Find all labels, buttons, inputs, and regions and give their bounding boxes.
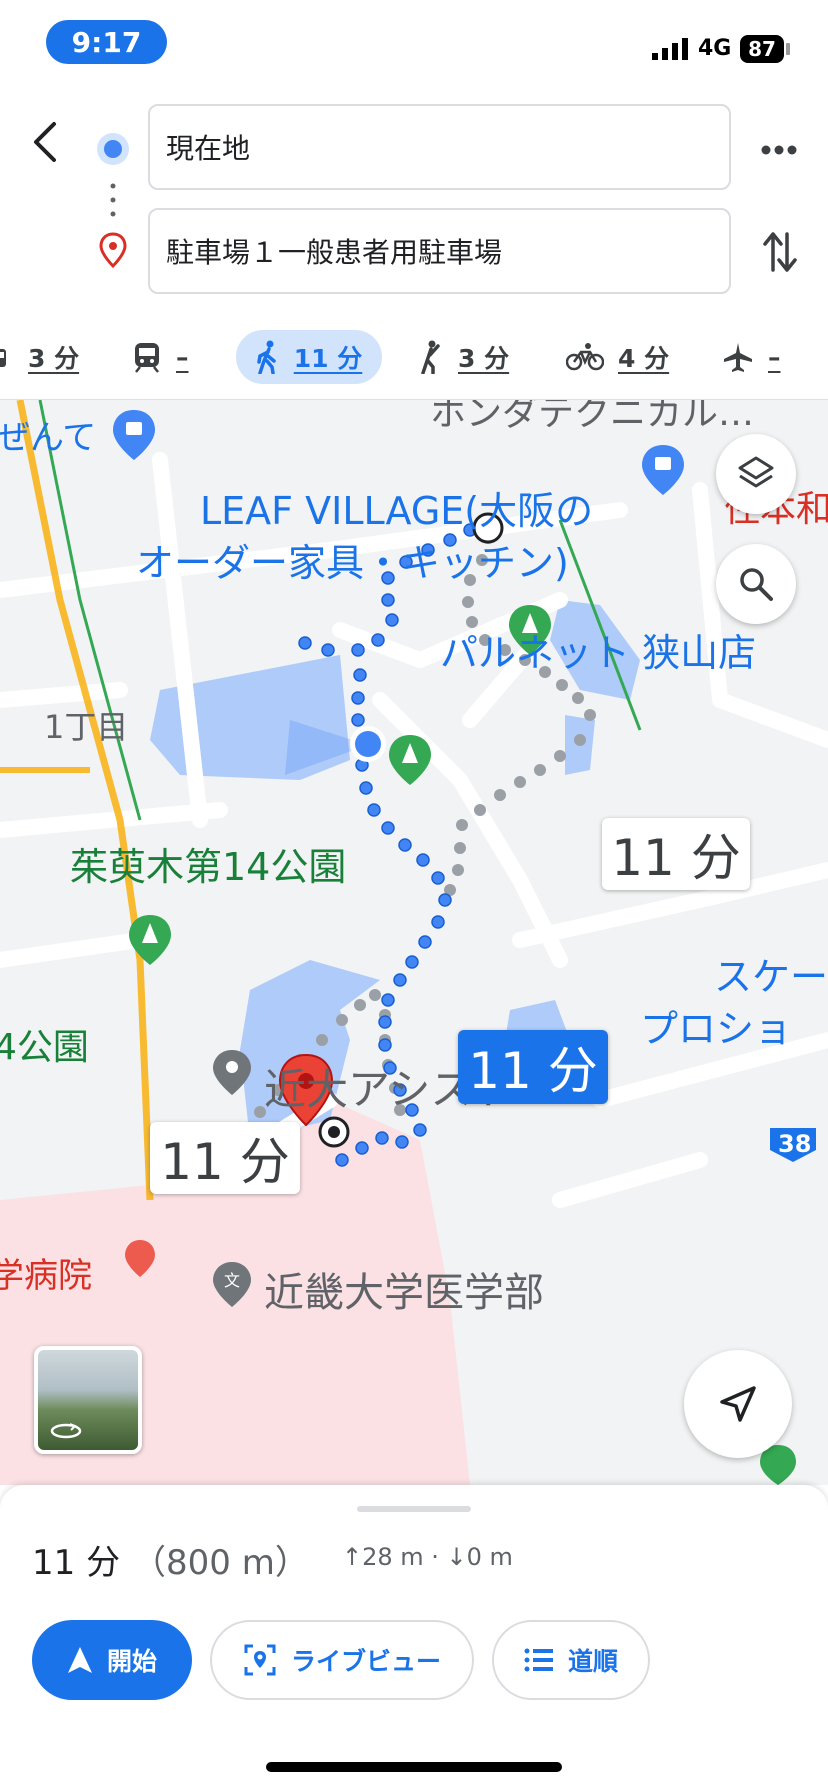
train-icon xyxy=(135,343,159,373)
map-label-shop: ぜんて xyxy=(0,418,97,458)
route-summary-sheet: 11 分 （800 m） ↑28 m · ↓0 m 開始 ライブビュー 道順 xyxy=(0,1485,828,1792)
start-button[interactable]: 開始 xyxy=(32,1620,192,1700)
svg-text:文: 文 xyxy=(224,1271,240,1290)
status-bar: 9:17 4G 87 xyxy=(0,0,828,90)
status-time: 9:17 xyxy=(46,20,167,64)
map-label-parunet[interactable]: パルネット 狭山店 xyxy=(440,622,756,677)
mode-transit-time: – xyxy=(176,342,189,372)
map-label-chome: 1丁目 xyxy=(44,708,129,746)
recenter-button[interactable] xyxy=(684,1350,792,1458)
network-type: 4G xyxy=(698,36,732,61)
route-number: 38 xyxy=(778,1130,812,1158)
map-label-honda: ホンダテクニカル… xyxy=(430,400,755,434)
destination-field[interactable]: 駐車場１一般患者用駐車場 xyxy=(148,208,731,294)
layers-icon xyxy=(738,456,774,488)
steps-button[interactable]: 道順 xyxy=(492,1620,650,1700)
map-view[interactable]: 文 ぜんて ホンダテクニカル… LEAF VILLAGE(大阪の オーダー家具・… xyxy=(0,400,828,1485)
mode-bike-time: 4 分 xyxy=(618,344,670,373)
home-indicator[interactable] xyxy=(266,1762,562,1772)
map-label-kindai-med[interactable]: 近畿大学医学部 xyxy=(264,1260,544,1318)
sheet-drag-handle[interactable] xyxy=(357,1506,471,1512)
list-icon xyxy=(524,1648,553,1672)
origin-dot-icon xyxy=(97,133,129,165)
bike-icon xyxy=(566,343,604,371)
mode-ride[interactable]: 3 分 xyxy=(418,330,509,384)
mode-drive-time: 3 分 xyxy=(28,344,80,373)
back-arrow-icon[interactable] xyxy=(28,120,62,164)
directions-header: 現在地 駐車場１一般患者用駐車場 3 分 – 11 分 3 分 4 分 – xyxy=(0,90,828,400)
more-options-icon[interactable] xyxy=(760,144,798,156)
street-view-thumbnail[interactable] xyxy=(34,1346,142,1454)
route-elevation: ↑28 m · ↓0 m xyxy=(342,1543,513,1571)
live-view-icon xyxy=(244,1644,276,1676)
mode-transit[interactable]: – xyxy=(132,330,189,384)
ride-hail-icon xyxy=(421,340,440,374)
map-label-leaf-2[interactable]: オーダー家具・キッチン) xyxy=(136,532,569,587)
swap-icon[interactable] xyxy=(762,230,798,274)
mode-walk-time: 11 分 xyxy=(293,344,363,373)
travel-mode-bar: 3 分 – 11 分 3 分 4 分 – xyxy=(0,310,828,400)
navigation-icon xyxy=(67,1647,92,1673)
signal-icon xyxy=(652,38,688,60)
main-road xyxy=(16,400,154,1201)
alt-route-time-left[interactable]: 11 分 xyxy=(150,1122,300,1194)
start-button-label: 開始 xyxy=(106,1647,157,1676)
route-dots-icon xyxy=(110,183,116,217)
mode-bike[interactable]: 4 分 xyxy=(566,330,669,384)
layers-button[interactable] xyxy=(716,434,796,514)
map-label-skate-2[interactable]: プロショ xyxy=(640,998,792,1053)
live-view-button[interactable]: ライブビュー xyxy=(210,1620,474,1700)
mode-walk[interactable]: 11 分 xyxy=(236,330,382,384)
destination-pin-icon xyxy=(99,232,127,268)
search-map-button[interactable] xyxy=(716,544,796,624)
battery-tip-icon xyxy=(786,43,790,55)
map-label-skate-1[interactable]: スケー xyxy=(714,946,828,1001)
map-label-park14[interactable]: 茱萸木第14公園 xyxy=(70,836,346,891)
mode-flight-time: – xyxy=(768,342,781,372)
route-duration: 11 分 xyxy=(32,1543,121,1583)
battery-indicator: 87 xyxy=(740,35,784,63)
map-label-univ: 学病院 xyxy=(0,1256,92,1296)
car-icon xyxy=(0,349,6,367)
mode-ride-time: 3 分 xyxy=(458,344,510,373)
route-distance: （800 m） xyxy=(132,1543,309,1583)
search-icon xyxy=(740,568,773,601)
mode-drive[interactable]: 3 分 xyxy=(0,330,79,384)
navigation-arrow-icon xyxy=(720,1386,756,1422)
live-view-label: ライブビュー xyxy=(290,1647,441,1676)
airplane-icon xyxy=(724,343,752,372)
current-location-dot xyxy=(355,731,381,757)
steps-label: 道順 xyxy=(567,1647,618,1676)
origin-field[interactable]: 現在地 xyxy=(148,104,731,190)
alt-route-time-right[interactable]: 11 分 xyxy=(602,818,750,890)
main-route-time[interactable]: 11 分 xyxy=(458,1030,608,1104)
map-label-park-left[interactable]: 4公園 xyxy=(0,1018,89,1070)
walk-icon xyxy=(257,340,276,374)
mode-flight[interactable]: – xyxy=(722,330,781,384)
map-label-leaf-1[interactable]: LEAF VILLAGE(大阪の xyxy=(200,480,593,535)
street-view-360-icon xyxy=(50,1423,82,1439)
